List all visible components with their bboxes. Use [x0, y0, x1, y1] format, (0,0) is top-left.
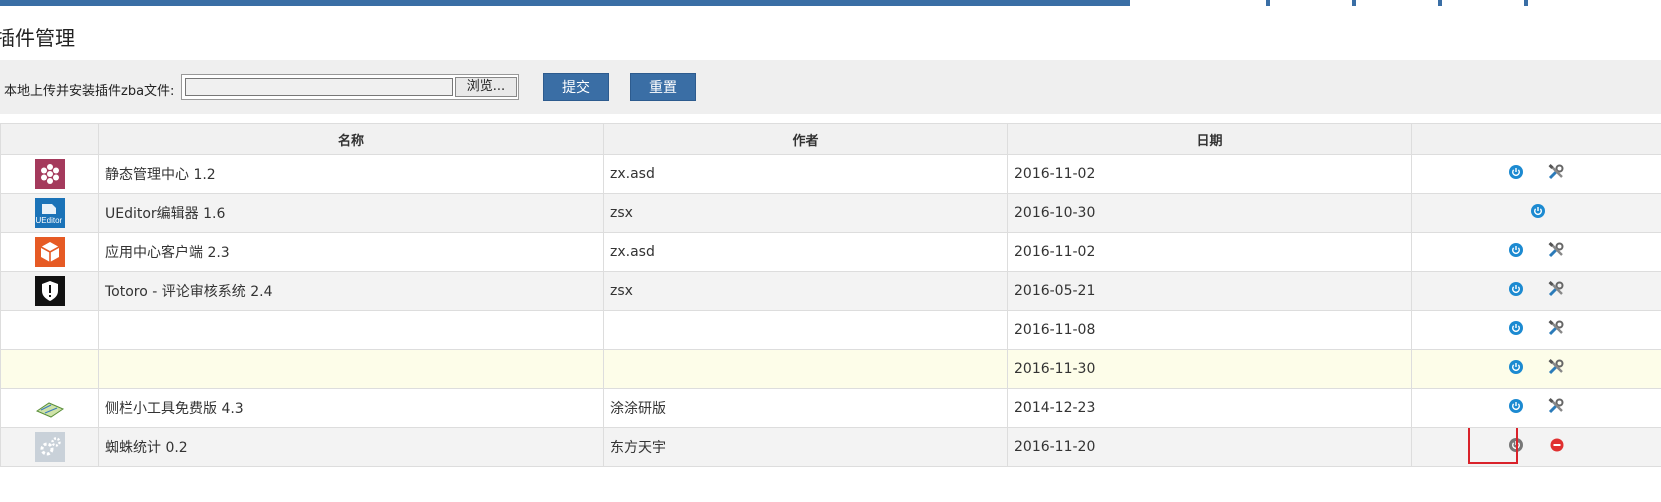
plugin-date: 2016-11-02	[1007, 154, 1412, 194]
plugin-author-link[interactable]: zsx	[603, 271, 1008, 311]
top-bar	[0, 0, 1130, 6]
plugin-author-link[interactable]: 涂涂研版	[603, 388, 1008, 428]
row-actions	[1411, 271, 1661, 311]
top-tab-marker	[1438, 0, 1442, 6]
plugin-date: 2014-12-23	[1007, 388, 1412, 428]
row-actions	[1411, 154, 1661, 194]
table-row: Totoro - 评论审核系统 2.4 zsx 2016-05-21	[0, 271, 1661, 311]
top-tab-marker	[1266, 0, 1270, 6]
plugin-name: 侧栏小工具免费版 4.3	[98, 388, 604, 428]
settings-tools-icon[interactable]	[1548, 398, 1564, 418]
file-path-input[interactable]	[185, 78, 453, 96]
plugin-name	[98, 310, 604, 350]
power-icon[interactable]	[1509, 165, 1524, 183]
table-row: 应用中心客户端 2.3 zx.asd 2016-11-02	[0, 232, 1661, 272]
gears-icon	[34, 432, 65, 462]
settings-tools-icon[interactable]	[1548, 281, 1564, 301]
plugin-author-link[interactable]	[603, 310, 1008, 350]
plugin-name: UEditor编辑器 1.6	[98, 193, 604, 233]
redacted-icon	[35, 315, 65, 345]
file-picker: 浏览...	[181, 74, 519, 100]
plugin-date: 2016-05-21	[1007, 271, 1412, 311]
table-header-row: 名称 作者 日期	[0, 123, 1661, 155]
reset-button[interactable]: 重置	[630, 73, 696, 101]
top-tab-marker	[1352, 0, 1356, 6]
page-title: 插件管理	[0, 26, 75, 50]
map-icon	[35, 393, 65, 423]
upload-bar: 本地上传并安装插件zba文件: 浏览... 提交 重置	[0, 60, 1661, 114]
plugin-author-link[interactable]: zsx	[603, 193, 1008, 233]
plugin-date: 2016-11-20	[1007, 427, 1412, 467]
plugin-name: 静态管理中心 1.2	[98, 154, 604, 194]
box-icon	[34, 237, 65, 267]
ueditor-logo-text: UEditor	[35, 216, 63, 225]
plugin-name	[98, 349, 604, 389]
col-actions-header	[1411, 123, 1661, 155]
plugin-name: Totoro - 评论审核系统 2.4	[98, 271, 604, 311]
power-icon[interactable]	[1509, 399, 1524, 417]
plugin-author-link[interactable]: zx.asd	[603, 232, 1008, 272]
redacted-icon	[35, 354, 65, 384]
shield-icon	[34, 276, 65, 306]
submit-button[interactable]: 提交	[543, 73, 609, 101]
plugin-table: 名称 作者 日期 静态管理中心 1.2 zx.asd 2016-11-02 UE…	[0, 123, 1661, 467]
table-row: 2016-11-30	[0, 349, 1661, 389]
highlight-box	[1468, 428, 1518, 464]
top-tab-marker	[1524, 0, 1528, 6]
plugin-author-link[interactable]	[603, 349, 1008, 389]
hexagon-flower-icon	[34, 159, 65, 189]
settings-tools-icon[interactable]	[1548, 242, 1564, 262]
power-icon[interactable]	[1509, 360, 1524, 378]
table-row: 侧栏小工具免费版 4.3 涂涂研版 2014-12-23	[0, 388, 1661, 428]
settings-tools-icon[interactable]	[1548, 359, 1564, 379]
settings-tools-icon[interactable]	[1548, 320, 1564, 340]
col-date-header: 日期	[1007, 123, 1412, 155]
power-icon[interactable]	[1509, 243, 1524, 261]
plugin-date: 2016-11-08	[1007, 310, 1412, 350]
row-actions	[1411, 310, 1661, 350]
col-author-header: 作者	[603, 123, 1008, 155]
table-row: 静态管理中心 1.2 zx.asd 2016-11-02	[0, 154, 1661, 194]
power-icon[interactable]	[1509, 282, 1524, 300]
plugin-date: 2016-11-30	[1007, 349, 1412, 389]
plugin-date: 2016-10-30	[1007, 193, 1412, 233]
power-icon[interactable]	[1509, 321, 1524, 339]
row-actions	[1411, 388, 1661, 428]
col-name-header: 名称	[98, 123, 604, 155]
settings-tools-icon[interactable]	[1548, 164, 1564, 184]
plugin-author-link[interactable]: zx.asd	[603, 154, 1008, 194]
row-actions	[1411, 349, 1661, 389]
browse-button[interactable]: 浏览...	[455, 77, 517, 97]
table-row: 蜘蛛统计 0.2 东方天宇 2016-11-20	[0, 427, 1661, 467]
power-icon[interactable]	[1530, 204, 1545, 222]
plugin-name: 蜘蛛统计 0.2	[98, 427, 604, 467]
row-actions	[1411, 232, 1661, 272]
remove-icon[interactable]	[1550, 438, 1564, 456]
table-row: UEditor UEditor编辑器 1.6 zsx 2016-10-30	[0, 193, 1661, 233]
table-row: 2016-11-08	[0, 310, 1661, 350]
row-actions	[1411, 193, 1661, 233]
plugin-date: 2016-11-02	[1007, 232, 1412, 272]
plugin-author-link[interactable]: 东方天宇	[603, 427, 1008, 467]
plugin-name: 应用中心客户端 2.3	[98, 232, 604, 272]
col-icon-header	[0, 123, 99, 155]
upload-label: 本地上传并安装插件zba文件:	[4, 84, 175, 99]
ueditor-logo-icon: UEditor	[34, 198, 65, 228]
row-actions	[1411, 427, 1661, 467]
